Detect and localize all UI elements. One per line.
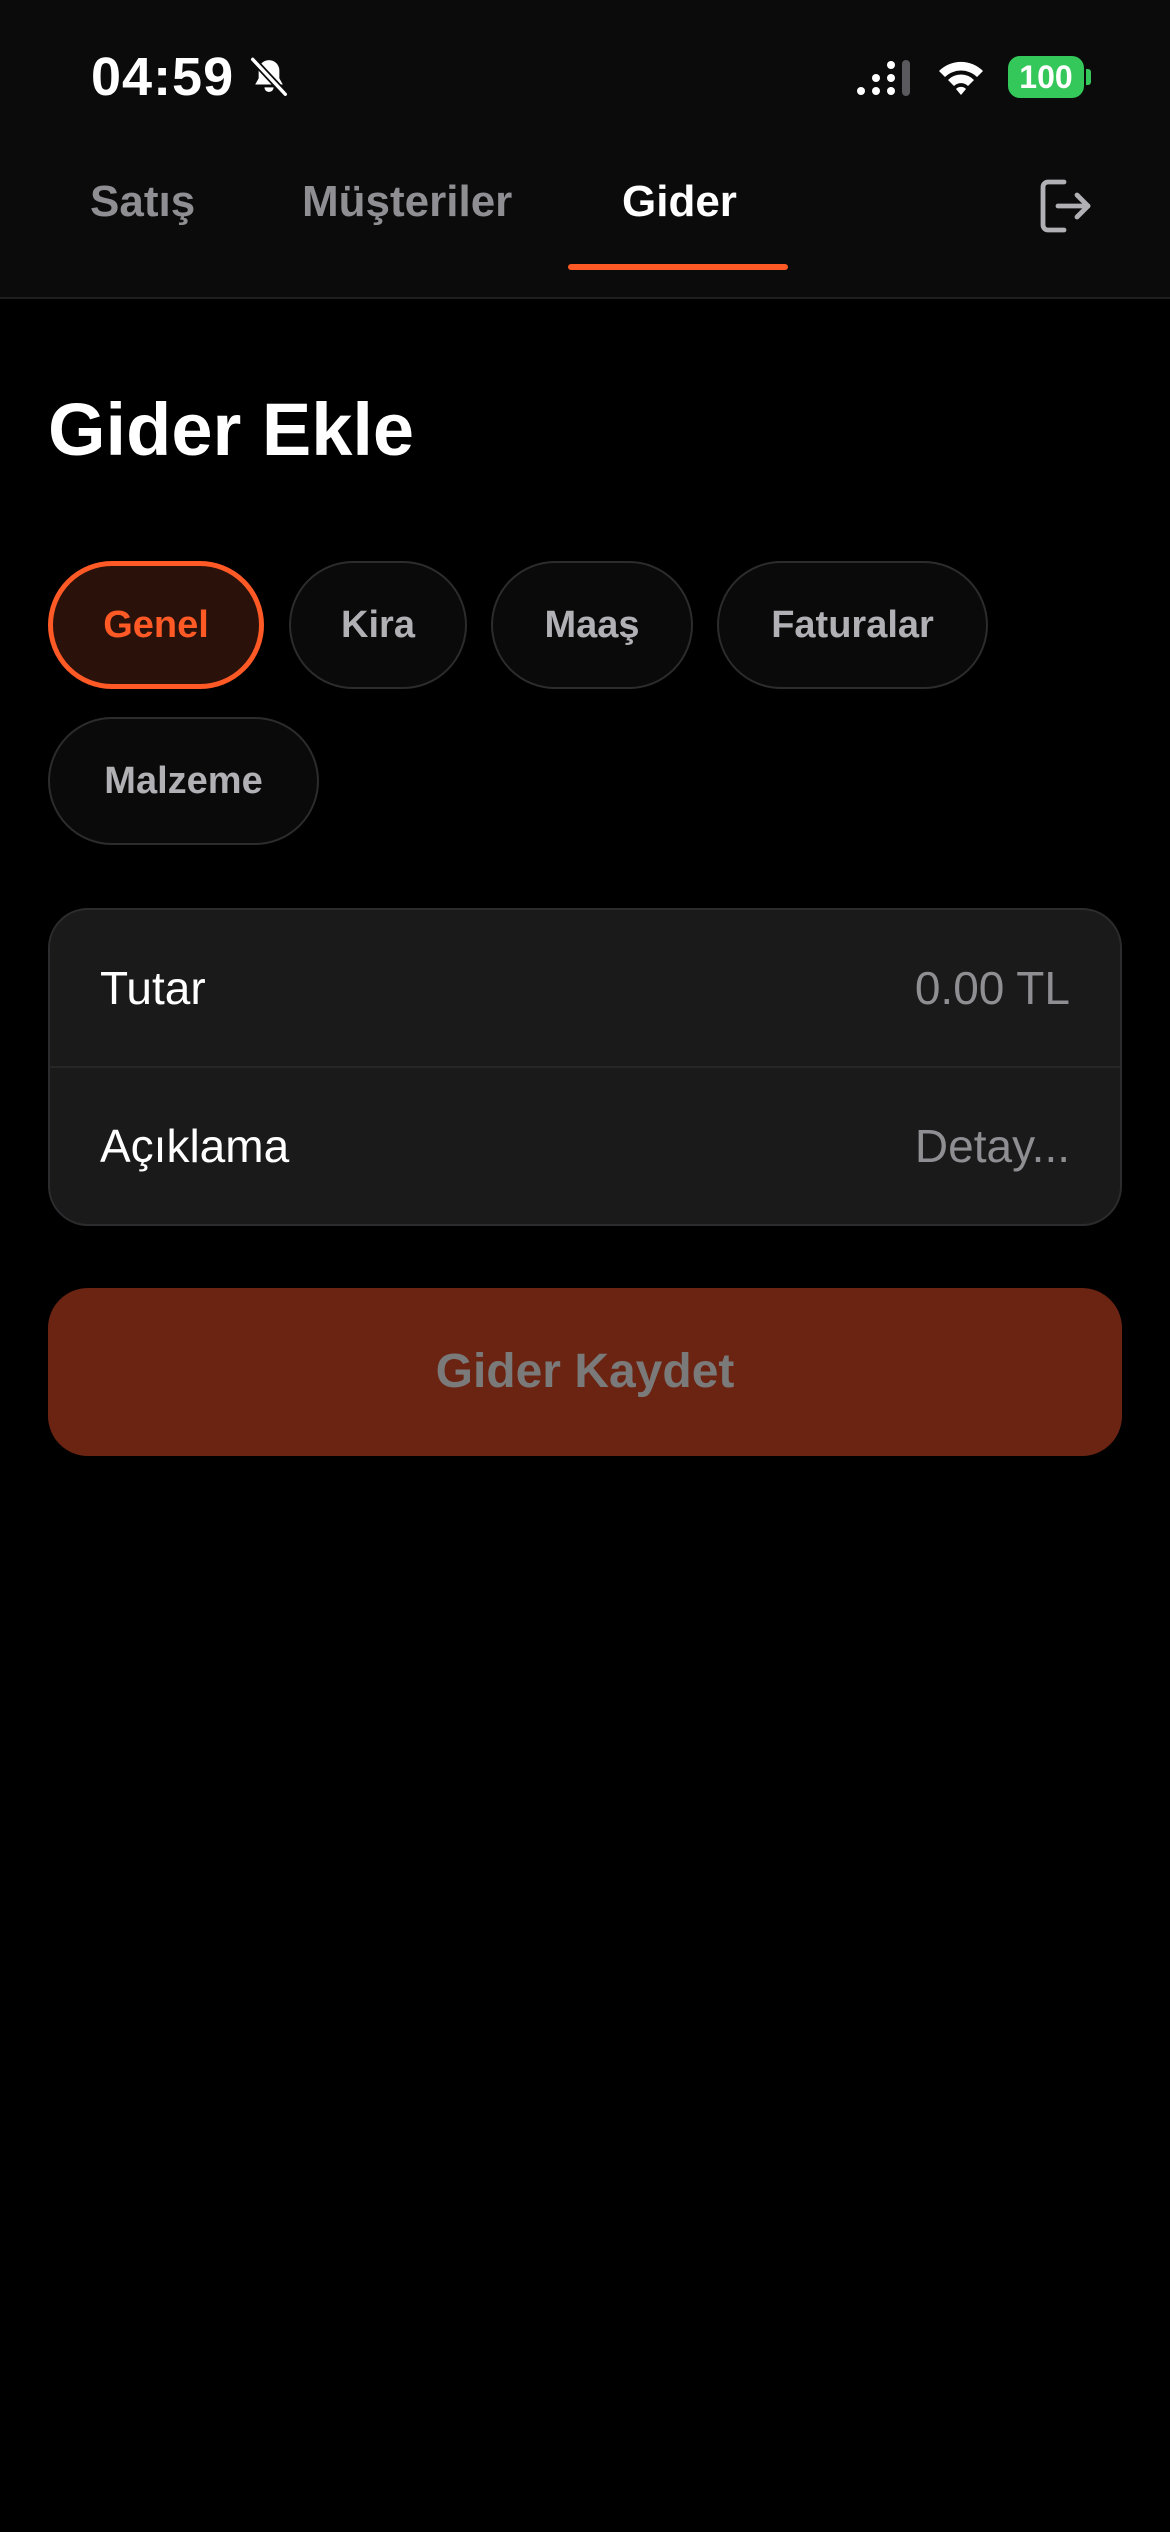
amount-row: Tutar: [50, 910, 1120, 1068]
amount-label: Tutar: [100, 962, 206, 1014]
active-tab-indicator: [568, 264, 788, 270]
expense-form-card: Tutar Açıklama: [48, 908, 1122, 1226]
save-expense-button[interactable]: Gider Kaydet: [48, 1288, 1122, 1456]
description-label: Açıklama: [100, 1120, 290, 1172]
status-time: 04:59: [91, 47, 235, 107]
category-chip-kira[interactable]: Kira: [289, 561, 467, 689]
category-chip-maas[interactable]: Maaş: [491, 561, 693, 689]
battery-icon: 100: [1008, 56, 1084, 98]
bell-slash-icon: [249, 55, 289, 98]
category-chip-malzeme[interactable]: Malzeme: [48, 717, 319, 845]
wifi-icon: [939, 61, 983, 95]
battery-tip: [1086, 69, 1091, 85]
tab-musteriler[interactable]: Müşteriler: [302, 172, 512, 232]
top-bar: 04:59 100 Satış Müşteriler Gider: [0, 0, 1170, 299]
cellular-signal-icon: [857, 60, 910, 96]
tab-gider[interactable]: Gider: [622, 172, 737, 232]
description-input[interactable]: [470, 1112, 1070, 1180]
category-chip-genel[interactable]: Genel: [48, 561, 264, 689]
tab-satis[interactable]: Satış: [90, 172, 195, 232]
category-chip-faturalar[interactable]: Faturalar: [717, 561, 988, 689]
page-title: Gider Ekle: [48, 388, 415, 471]
description-row: Açıklama: [50, 1068, 1120, 1224]
amount-input[interactable]: [470, 954, 1070, 1022]
logout-icon[interactable]: [1038, 176, 1094, 236]
